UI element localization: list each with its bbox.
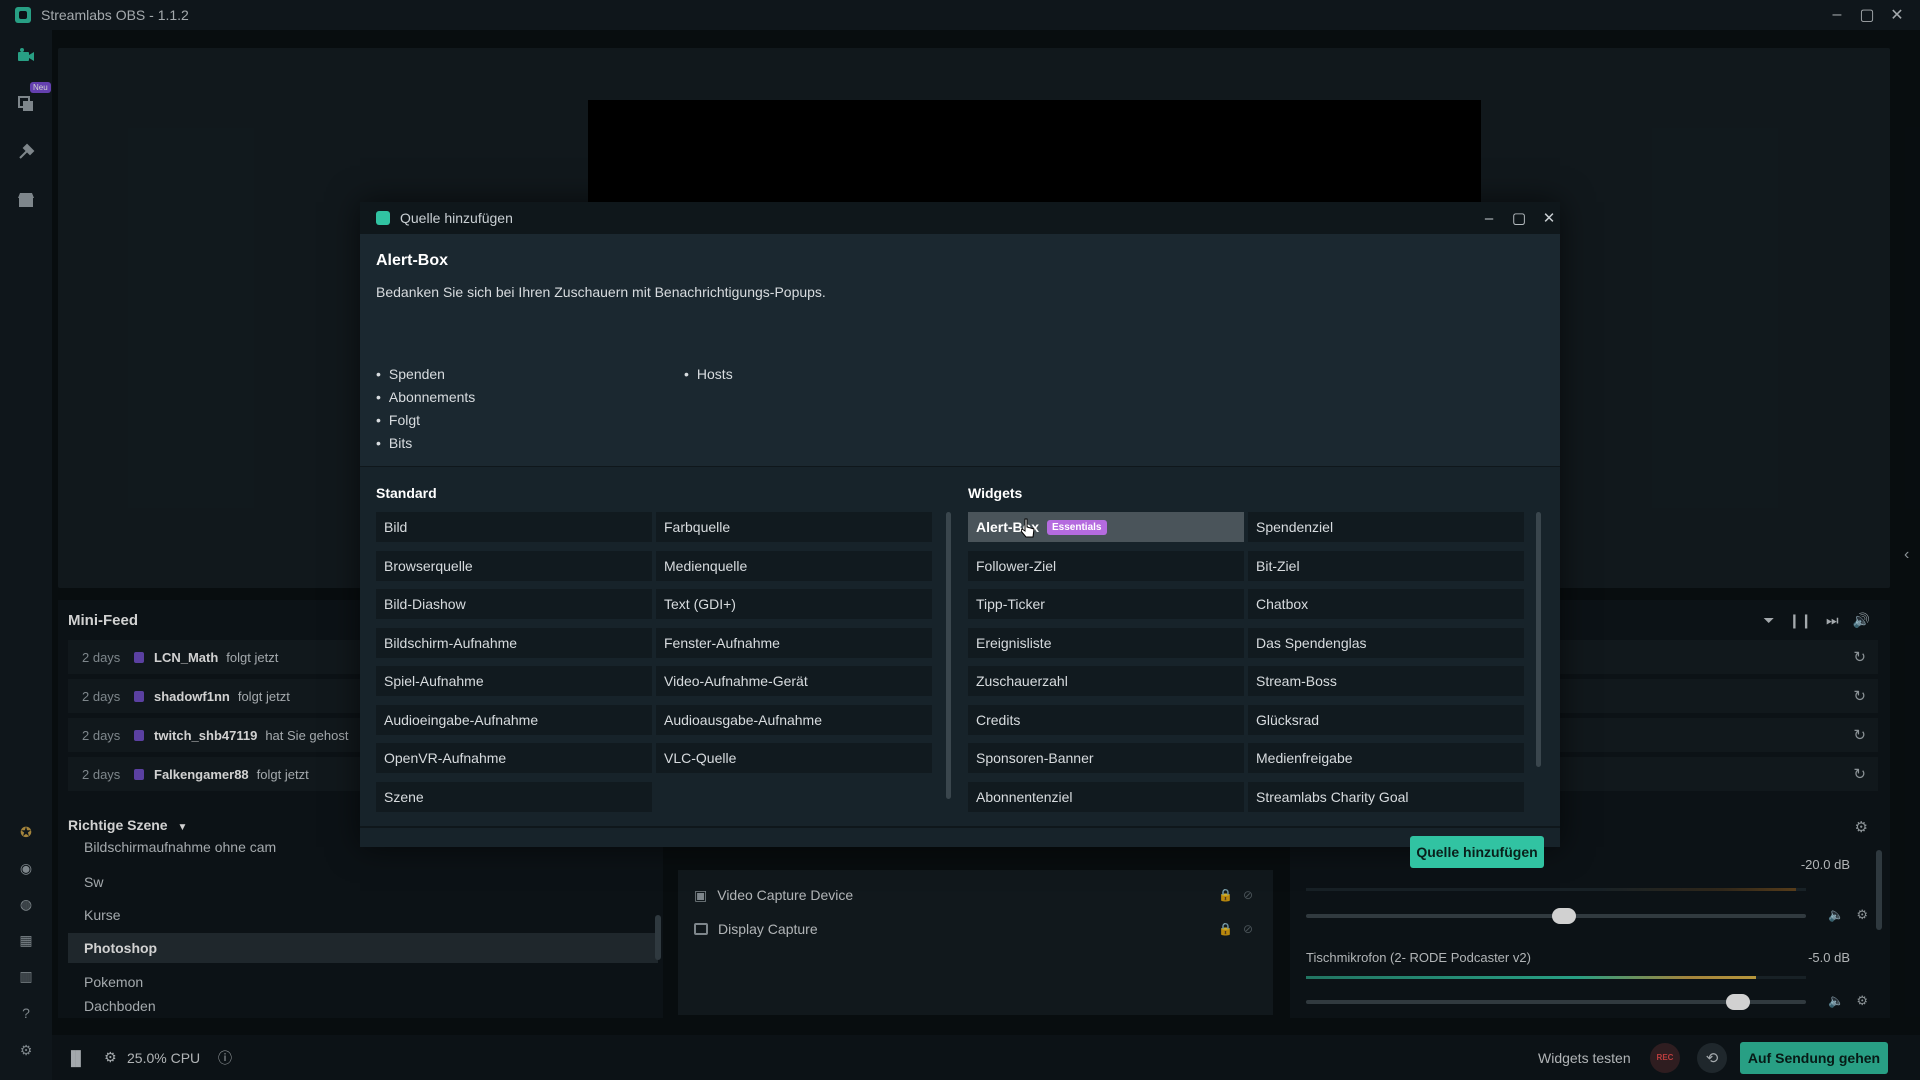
- source-option[interactable]: Audioausgabe-Aufnahme: [656, 704, 932, 735]
- source-option-label: Streamlabs Charity Goal: [1256, 788, 1409, 805]
- close-icon[interactable]: ✕: [1536, 202, 1562, 234]
- source-option-selected[interactable]: Alert-Box Essentials: [968, 512, 1244, 542]
- source-option[interactable]: Medienquelle: [656, 550, 932, 581]
- divider: [360, 466, 1560, 467]
- source-option[interactable]: Browserquelle: [376, 550, 652, 581]
- source-option[interactable]: Chatbox: [1248, 589, 1524, 619]
- source-option-label: Spiel-Aufnahme: [384, 673, 484, 689]
- source-option-label: Credits: [976, 711, 1021, 728]
- feature-item: Hosts: [684, 362, 733, 385]
- widgets-scrollbar[interactable]: [1536, 512, 1541, 767]
- feature-item: Bits: [376, 431, 475, 454]
- source-option-label: Bild: [384, 519, 408, 535]
- source-option[interactable]: Video-Aufnahme-Gerät: [656, 666, 932, 696]
- source-option-label: Glücksrad: [1256, 711, 1320, 728]
- source-option-label: Browserquelle: [384, 557, 473, 574]
- source-option[interactable]: Farbquelle: [656, 512, 932, 542]
- source-option[interactable]: Zuschauerzahl: [968, 666, 1244, 696]
- widgets-section-header: Widgets: [968, 485, 1023, 501]
- source-option-label: Medienfreigabe: [1256, 750, 1353, 766]
- source-option-label: VLC-Quelle: [664, 750, 737, 766]
- source-option-label: Text (GDI+): [664, 596, 736, 612]
- source-option[interactable]: Medienfreigabe: [1248, 743, 1524, 773]
- feature-item: Abonnements: [376, 385, 475, 408]
- source-option[interactable]: Tipp-Ticker: [968, 589, 1244, 619]
- source-option-label: OpenVR-Aufnahme: [384, 750, 507, 766]
- source-option-label: Bit-Ziel: [1256, 557, 1300, 574]
- source-description-area: [360, 234, 1560, 466]
- source-option[interactable]: Bildschirm-Aufnahme: [376, 627, 652, 658]
- source-option-label: Audioeingabe-Aufnahme: [384, 711, 539, 728]
- mouse-cursor-icon: [1021, 518, 1035, 538]
- standard-scrollbar[interactable]: [946, 512, 951, 799]
- source-option[interactable]: Credits: [968, 704, 1244, 735]
- source-option-label: Sponsoren-Banner: [976, 750, 1094, 766]
- source-option[interactable]: Ereignisliste: [968, 627, 1244, 658]
- source-option-label: Follower-Ziel: [976, 557, 1057, 574]
- dialog-title-bar: Quelle hinzufügen – ▢ ✕: [360, 202, 1560, 234]
- source-option[interactable]: Spiel-Aufnahme: [376, 666, 652, 696]
- source-option-label: Szene: [384, 788, 424, 805]
- source-option-label: Farbquelle: [664, 519, 731, 535]
- source-option-label: Medienquelle: [664, 557, 748, 574]
- source-option-label: Bildschirm-Aufnahme: [384, 634, 518, 651]
- source-option[interactable]: Szene: [376, 781, 652, 812]
- source-option[interactable]: OpenVR-Aufnahme: [376, 743, 652, 773]
- feature-list: Spenden Abonnements Folgt Bits: [376, 362, 475, 454]
- source-option[interactable]: Spendenziel: [1248, 512, 1524, 542]
- maximize-icon[interactable]: ▢: [1506, 202, 1532, 234]
- source-option[interactable]: Sponsoren-Banner: [968, 743, 1244, 773]
- source-description-text: Bedanken Sie sich bei Ihren Zuschauern m…: [376, 284, 826, 300]
- source-option[interactable]: Bild-Diashow: [376, 589, 652, 619]
- standard-section-header: Standard: [376, 485, 437, 501]
- add-source-dialog: Quelle hinzufügen – ▢ ✕ Alert-Box Bedank…: [360, 202, 1560, 868]
- source-option[interactable]: Glücksrad: [1248, 704, 1524, 735]
- feature-list: Hosts: [684, 362, 733, 385]
- source-option-label: Ereignisliste: [976, 634, 1052, 651]
- dialog-footer-divider: [360, 826, 1560, 828]
- source-option-label: Zuschauerzahl: [976, 673, 1068, 689]
- feature-item: Folgt: [376, 408, 475, 431]
- essentials-badge: Essentials: [1047, 519, 1107, 535]
- source-option[interactable]: Stream-Boss: [1248, 666, 1524, 696]
- source-option[interactable]: Bild: [376, 512, 652, 542]
- source-option[interactable]: Follower-Ziel: [968, 550, 1244, 581]
- source-option-label: Video-Aufnahme-Gerät: [664, 673, 808, 689]
- source-option-label: Tipp-Ticker: [976, 596, 1045, 612]
- source-option[interactable]: Streamlabs Charity Goal: [1248, 781, 1524, 812]
- source-option[interactable]: Bit-Ziel: [1248, 550, 1524, 581]
- minimize-icon[interactable]: –: [1476, 202, 1502, 234]
- source-option[interactable]: Das Spendenglas: [1248, 627, 1524, 658]
- source-option-label: Audioausgabe-Aufnahme: [664, 711, 823, 728]
- source-option-label: Stream-Boss: [1256, 673, 1337, 689]
- source-option[interactable]: VLC-Quelle: [656, 743, 932, 773]
- source-option[interactable]: Abonnentenziel: [968, 781, 1244, 812]
- add-source-button[interactable]: Quelle hinzufügen: [1410, 836, 1544, 868]
- dialog-title: Quelle hinzufügen: [400, 210, 513, 226]
- source-option[interactable]: Text (GDI+): [656, 589, 932, 619]
- source-description-title: Alert-Box: [376, 252, 449, 269]
- source-option[interactable]: Fenster-Aufnahme: [656, 627, 932, 658]
- source-option-label: Das Spendenglas: [1256, 634, 1367, 651]
- source-option-label: Bild-Diashow: [384, 596, 466, 612]
- source-option-label: Spendenziel: [1256, 519, 1334, 535]
- streamlabs-logo-icon: [376, 211, 390, 225]
- source-option-label: Fenster-Aufnahme: [664, 634, 780, 651]
- source-option[interactable]: Audioeingabe-Aufnahme: [376, 704, 652, 735]
- feature-item: Spenden: [376, 362, 475, 385]
- source-option-label: Abonnentenziel: [976, 788, 1073, 805]
- source-option-label: Chatbox: [1256, 596, 1309, 612]
